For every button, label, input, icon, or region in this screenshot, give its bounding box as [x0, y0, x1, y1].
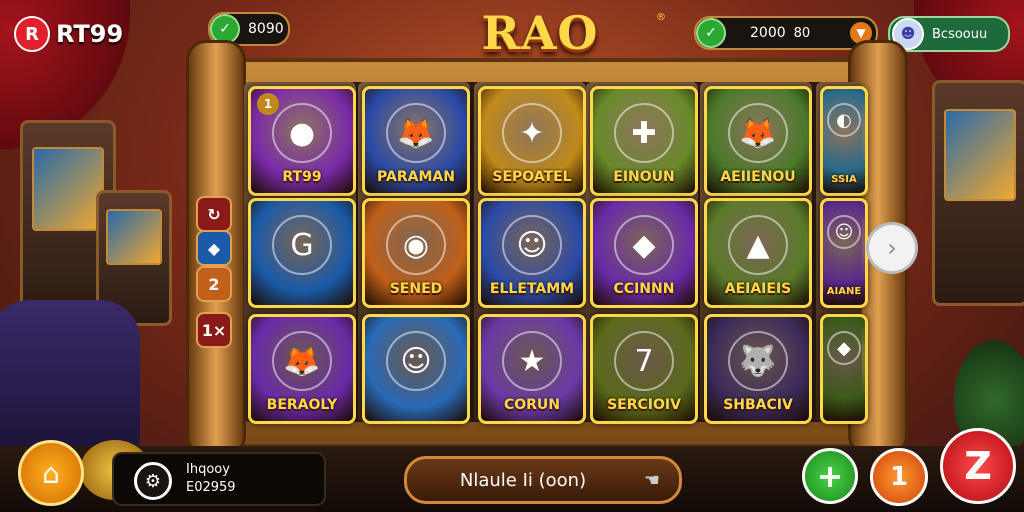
tile-label: AEIAIEIS [724, 281, 792, 297]
multiplier-badge[interactable]: 1× [196, 312, 232, 348]
tile-art-icon: 🐺 [728, 331, 788, 391]
tile-label: CCINNN [613, 281, 675, 297]
spin-text: Nlaule Ii (oon) [459, 469, 587, 491]
brand-logo: R [14, 16, 50, 52]
gear-icon[interactable]: ⚙ [134, 462, 172, 500]
tile-art-icon: G [272, 215, 332, 275]
refresh-icon[interactable]: ↻ [196, 196, 232, 232]
spin-field[interactable]: Nlaule Ii (oon) ☚ [404, 456, 682, 504]
hand-icon: ☚ [643, 469, 661, 491]
slot-tile[interactable]: ☺ AIANE [820, 198, 868, 308]
brand-name: RT99 [56, 20, 124, 48]
slot-tile[interactable]: ✦ SEPOATEL [478, 86, 586, 196]
tile-label: AEIIENOU [720, 169, 796, 185]
slot-tile[interactable]: ◐ SSIA [820, 86, 868, 196]
info-line-1: Ihqooy [186, 462, 230, 477]
slot-tile[interactable]: ☺ [362, 314, 470, 424]
info-line-2: E02959 [186, 480, 236, 495]
slot-tile[interactable]: 🦊 BERAOLY [248, 314, 356, 424]
diamond-icon[interactable]: ◆ [196, 230, 232, 266]
plus-button[interactable]: + [802, 448, 858, 504]
slot-tile[interactable]: G [248, 198, 356, 308]
tile-art-icon: 🦊 [386, 103, 446, 163]
next-arrow-button[interactable]: › [866, 222, 918, 274]
background-slot-cabinet [932, 80, 1024, 306]
tile-label: SSIA [831, 174, 857, 185]
tile-art-icon: ● [272, 103, 332, 163]
credit-value: 8090 [248, 21, 284, 37]
tile-label: BERAOLY [266, 397, 338, 413]
tile-label: CORUN [503, 397, 561, 413]
balance-counter[interactable]: ✓ 2000 80 ▼ [694, 16, 878, 50]
home-button[interactable]: ⌂ [18, 440, 84, 506]
user-profile[interactable]: ☻ Bcsoouu [888, 16, 1010, 52]
tile-label: PARAMAN [377, 169, 455, 185]
home-icon: ⌂ [42, 456, 60, 490]
tile-art-icon: ✦ [502, 103, 562, 163]
tile-art-icon: ◆ [827, 331, 861, 365]
tile-art-icon: ☺ [502, 215, 562, 275]
tile-art-icon: 7 [614, 331, 674, 391]
tile-label: SEPOATEL [492, 169, 572, 185]
tile-art-icon: ☺ [386, 331, 446, 391]
slot-tile[interactable]: ★ CORUN [478, 314, 586, 424]
tile-art-icon: ☺ [827, 215, 861, 249]
settings-panel: ⚙ Ihqooy E02959 [112, 452, 326, 506]
tile-badge: 1 [257, 93, 279, 115]
slot-tile[interactable]: ● RT99 1 [248, 86, 356, 196]
user-name: Bcsoouu [932, 26, 988, 42]
tile-label: AIANE [826, 286, 862, 297]
tile-art-icon: 🦊 [728, 103, 788, 163]
tile-art-icon: ◉ [386, 215, 446, 275]
balance-amount: 2000 [750, 25, 786, 41]
slot-tile[interactable]: ◉ SENED [362, 198, 470, 308]
tile-label: EINOUN [613, 169, 675, 185]
tile-art-icon: ◆ [614, 215, 674, 275]
slot-tile[interactable]: 🦊 AEIIENOU [704, 86, 812, 196]
slot-tile[interactable]: ◆ [820, 314, 868, 424]
tile-label: SHBACIV [723, 397, 793, 413]
slot-tile[interactable]: 🐺 SHBACIV [704, 314, 812, 424]
slot-tile[interactable]: ◆ CCINNN [590, 198, 698, 308]
z-button[interactable]: Z [940, 428, 1016, 504]
tile-label: RT99 [282, 169, 322, 185]
slot-tile[interactable]: ▲ AEIAIEIS [704, 198, 812, 308]
slot-tile[interactable]: ☺ ELLETAMM [478, 198, 586, 308]
tile-art-icon: ▲ [728, 215, 788, 275]
tile-art-icon: ★ [502, 331, 562, 391]
slot-tile[interactable]: 🦊 PARAMAN [362, 86, 470, 196]
armchair [0, 300, 140, 450]
tile-label: SENED [389, 281, 443, 297]
brand: R RT99 [14, 16, 123, 52]
check-icon: ✓ [696, 18, 726, 48]
tile-art-icon: 🦊 [272, 331, 332, 391]
tile-art-icon: ◐ [827, 103, 861, 137]
registered-mark: ® [656, 12, 666, 23]
tile-label: SERCIOIV [607, 397, 681, 413]
level-badge[interactable]: 2 [196, 266, 232, 302]
tile-art-icon: ✚ [614, 103, 674, 163]
slot-tile[interactable]: ✚ EINOUN [590, 86, 698, 196]
balance-sub: 80 [793, 25, 811, 41]
tile-label: ELLETAMM [489, 281, 575, 297]
slot-tile[interactable]: 7 SERCIOIV [590, 314, 698, 424]
bet-one-button[interactable]: 1 [870, 448, 928, 506]
